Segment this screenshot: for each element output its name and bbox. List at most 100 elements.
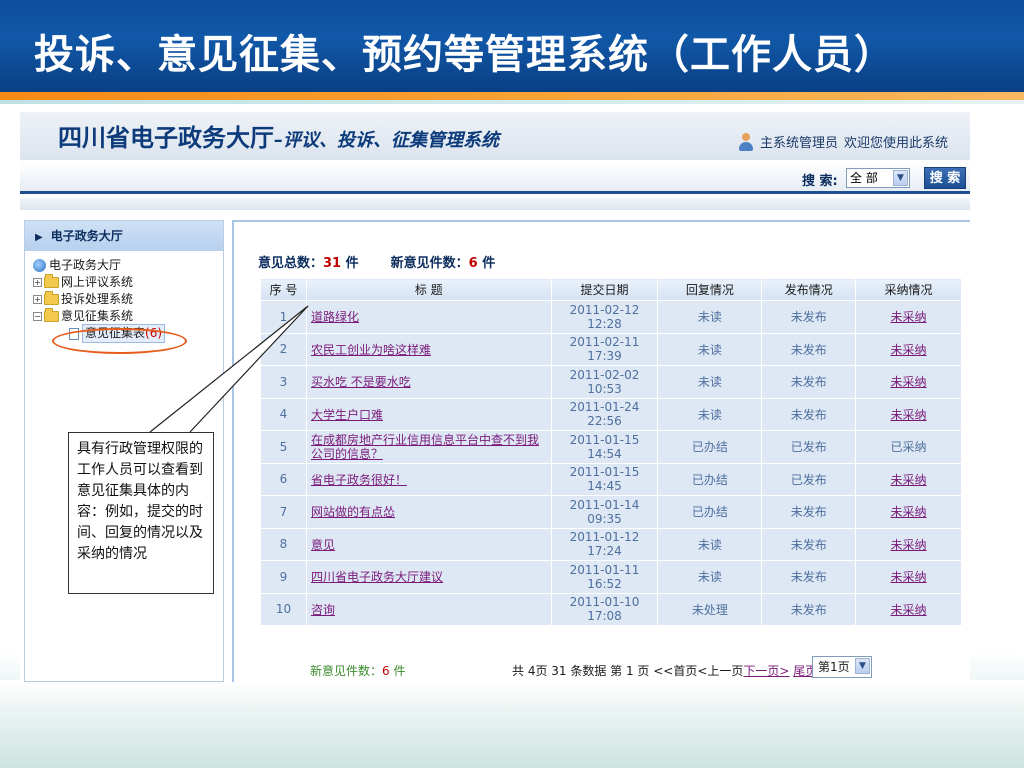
table-row: 7 网站做的有点怂 2011-01-14 09:35 已办结 未发布 未采纳: [260, 495, 962, 529]
page-select[interactable]: 第1页 ▼: [812, 656, 872, 678]
table-row: 5 在成都房地产行业信用信息平台中查不到我公司的信息？ 2011-01-15 1…: [260, 430, 962, 464]
tree-item-label: 投诉处理系统: [61, 292, 134, 306]
sidebar-header-label: 电子政务大厅: [50, 229, 123, 243]
user-role: 主系统管理员: [759, 136, 838, 151]
row-adopt-link[interactable]: 未采纳: [891, 473, 927, 487]
row-reply: 未读: [657, 365, 763, 399]
row-no: 1: [260, 300, 307, 334]
expand-plus-icon[interactable]: +: [33, 295, 42, 304]
search-scope-value: 全 部: [850, 171, 878, 185]
row-adopt-link[interactable]: 未采纳: [891, 343, 927, 357]
globe-icon: [33, 259, 46, 272]
row-reply: 已办结: [657, 462, 763, 496]
total-count: 31: [323, 256, 342, 271]
slide-title: 投诉、意见征集、预约等管理系统（工作人员）: [34, 31, 895, 78]
row-title-link[interactable]: 在成都房地产行业信用信息平台中查不到我公司的信息？: [311, 433, 539, 461]
row-publish: 未发布: [761, 332, 857, 366]
row-adopt-link[interactable]: 未采纳: [891, 408, 927, 422]
tree-root[interactable]: 电子政务大厅: [31, 257, 223, 274]
search-button[interactable]: 搜 索: [924, 167, 966, 189]
row-publish: 未发布: [761, 495, 857, 529]
row-adopt-link[interactable]: 未采纳: [891, 603, 927, 617]
next-page-link[interactable]: 下一页>: [743, 664, 789, 678]
row-title-link[interactable]: 道路绿化: [311, 310, 359, 324]
row-reply: 未读: [657, 300, 763, 334]
row-no: 6: [260, 462, 307, 496]
page-select-value: 第1页: [818, 660, 850, 674]
collapse-minus-icon[interactable]: −: [33, 312, 42, 321]
table-row: 10 咨询 2011-01-10 17:08 未处理 未发布 未采纳: [260, 592, 962, 626]
app-banner: 四川省电子政务大厅–评议、投诉、征集管理系统 主系统管理员 欢迎您使用此系统: [20, 112, 970, 160]
row-title-link[interactable]: 大学生户口难: [311, 408, 383, 422]
welcome-text: 欢迎您使用此系统: [843, 136, 948, 151]
row-date: 2011-01-24 22:56: [550, 397, 659, 431]
row-title-link[interactable]: 意见: [311, 538, 335, 552]
chevron-down-icon[interactable]: ▼: [855, 658, 870, 674]
row-no: 8: [260, 527, 307, 561]
search-label: 搜 索:: [802, 174, 838, 189]
row-no: 7: [260, 495, 307, 529]
table-row: 3 买水吃 不是要水吃 2011-02-02 10:53 未读 未发布 未采纳: [260, 365, 962, 399]
table-row: 2 农民工创业为啥这样难 2011-02-11 17:39 未读 未发布 未采纳: [260, 332, 962, 366]
app-title: 四川省电子政务大厅–评议、投诉、征集管理系统: [58, 118, 499, 153]
stats-summary: 意见总数：31 件新意见件数：6 件: [258, 256, 496, 271]
row-title-link[interactable]: 买水吃 不是要水吃: [311, 375, 411, 389]
row-date: 2011-01-15 14:45: [550, 462, 659, 496]
table-row: 1 道路绿化 2011-02-12 12:28 未读 未发布 未采纳: [260, 300, 962, 334]
row-publish: 未发布: [761, 397, 857, 431]
pager-info[interactable]: 共 4页 31 条数据 第 1 页 <<首页<上一页: [512, 664, 743, 678]
col-header-title: 标 题: [305, 278, 552, 301]
row-reply: 未读: [657, 397, 763, 431]
row-title-link[interactable]: 省电子政务很好！: [311, 473, 407, 487]
app-title-sub: –评议、投诉、征集管理系统: [274, 130, 499, 151]
row-adopt-link[interactable]: 未采纳: [891, 505, 927, 519]
row-adopt-link[interactable]: 未采纳: [891, 570, 927, 584]
row-no: 10: [260, 592, 307, 626]
row-date: 2011-02-12 12:28: [550, 300, 659, 334]
row-reply: 未读: [657, 527, 763, 561]
tree-root-label: 电子政务大厅: [49, 258, 122, 272]
expand-plus-icon[interactable]: +: [33, 278, 42, 287]
tree-item-label: 意见征集系统: [61, 309, 134, 323]
row-date: 2011-02-02 10:53: [550, 365, 659, 399]
tree-item-review[interactable]: + 网上评议系统: [31, 274, 223, 291]
row-publish: 未发布: [761, 592, 857, 626]
tree-item-complaint[interactable]: + 投诉处理系统: [31, 291, 223, 308]
row-title-link[interactable]: 网站做的有点怂: [311, 505, 395, 519]
row-title-link[interactable]: 四川省电子政务大厅建议: [311, 570, 443, 584]
row-title-link[interactable]: 咨询: [311, 603, 335, 617]
tree-item-label: 网上评议系统: [61, 275, 134, 289]
orange-band: [0, 92, 1024, 100]
chevron-down-icon[interactable]: ▼: [893, 170, 908, 186]
divider-stripe: [20, 198, 970, 210]
table-row: 4 大学生户口难 2011-01-24 22:56 未读 未发布 未采纳: [260, 397, 962, 431]
row-adopt-link[interactable]: 未采纳: [891, 538, 927, 552]
row-adopt-link[interactable]: 未采纳: [891, 375, 927, 389]
new-count: 6: [468, 256, 478, 271]
row-publish: 未发布: [761, 365, 857, 399]
row-adopt: 已采纳: [855, 430, 962, 464]
row-publish: 未发布: [761, 560, 857, 594]
teal-band: [0, 100, 1024, 104]
folder-open-icon: [44, 308, 59, 322]
user-icon: [738, 132, 754, 151]
row-adopt-link[interactable]: 未采纳: [891, 310, 927, 324]
row-reply: 已办结: [657, 430, 763, 464]
row-title-link[interactable]: 农民工创业为啥这样难: [311, 343, 431, 357]
row-publish: 未发布: [761, 527, 857, 561]
opinion-table: 序 号 标 题 提交日期 回复情况 发布情况 采纳情况 1 道路绿化 2011-…: [260, 278, 962, 626]
row-reply: 未读: [657, 332, 763, 366]
row-date: 2011-01-15 14:54: [550, 430, 659, 464]
tree-item-opinion[interactable]: − 意见征集系统: [31, 308, 223, 325]
col-header-date: 提交日期: [550, 278, 659, 301]
search-bar: 搜 索: 全 部 ▼ 搜 索: [20, 162, 970, 194]
search-scope-select[interactable]: 全 部 ▼: [846, 168, 910, 188]
app-screenshot: 四川省电子政务大厅–评议、投诉、征集管理系统 主系统管理员 欢迎您使用此系统 搜…: [20, 112, 970, 682]
col-header-adopt: 采纳情况: [855, 278, 962, 301]
sidebar-header[interactable]: ▶ 电子政务大厅: [25, 221, 223, 251]
row-date: 2011-01-12 17:24: [550, 527, 659, 561]
row-publish: 未发布: [761, 300, 857, 334]
user-info: 主系统管理员 欢迎您使用此系统: [738, 132, 948, 151]
row-date: 2011-01-14 09:35: [550, 495, 659, 529]
row-no: 4: [260, 397, 307, 431]
